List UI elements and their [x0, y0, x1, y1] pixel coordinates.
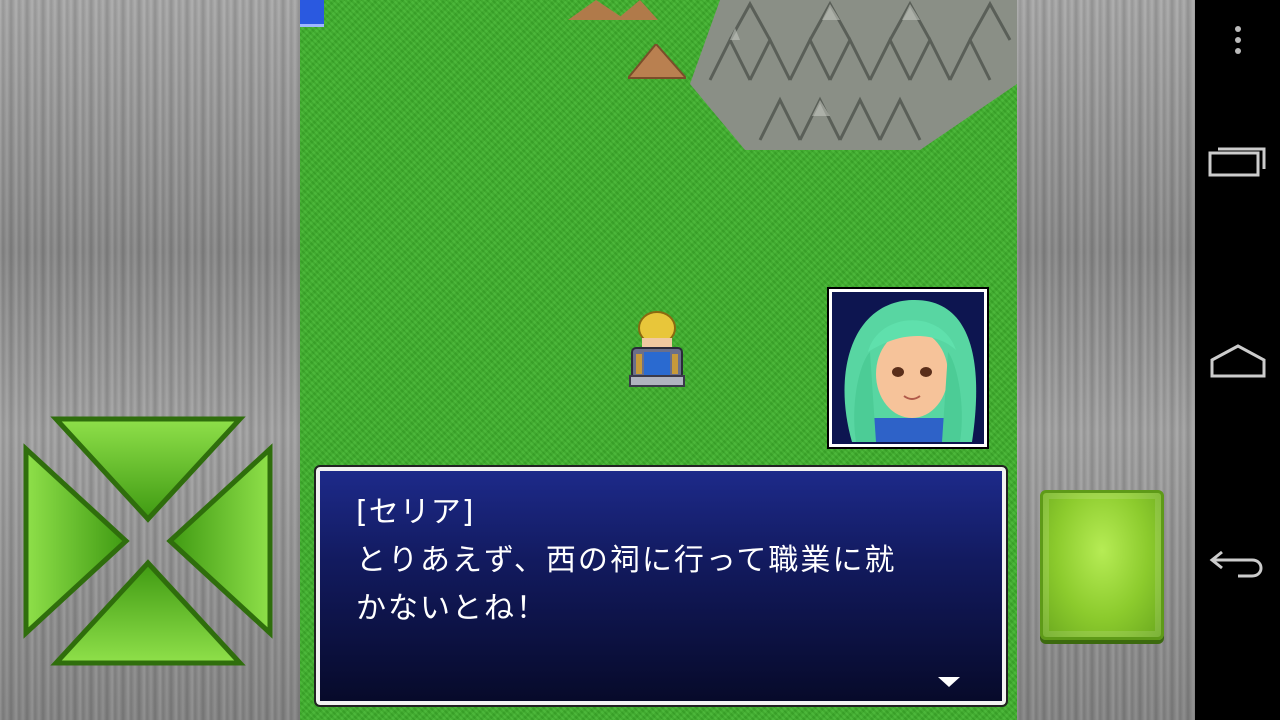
- hill-icon: [628, 44, 686, 79]
- hill-icon: [568, 0, 658, 20]
- advance-arrow-icon: [938, 677, 960, 687]
- mountain-range-icon: [690, 0, 1017, 150]
- recent-apps-icon[interactable]: [1195, 135, 1280, 185]
- system-nav-bar: [1195, 0, 1280, 720]
- dialog-box[interactable]: [セリア] とりあえず、西の祠に行って職業に就 かないとね！: [314, 465, 1008, 707]
- hero-sprite: [629, 311, 685, 387]
- back-icon[interactable]: [1195, 535, 1280, 585]
- speaker-portrait: [827, 287, 989, 449]
- dialog-line-2: かないとね！: [356, 591, 548, 626]
- action-button[interactable]: [1040, 490, 1164, 640]
- speaker-name: [セリア]: [356, 495, 475, 530]
- home-icon[interactable]: [1195, 335, 1280, 385]
- dialog-line-1: とりあえず、西の祠に行って職業に就: [356, 543, 897, 578]
- dpad-icon[interactable]: [22, 415, 274, 667]
- water-tile: [300, 0, 324, 27]
- overflow-menu-icon[interactable]: [1195, 20, 1280, 60]
